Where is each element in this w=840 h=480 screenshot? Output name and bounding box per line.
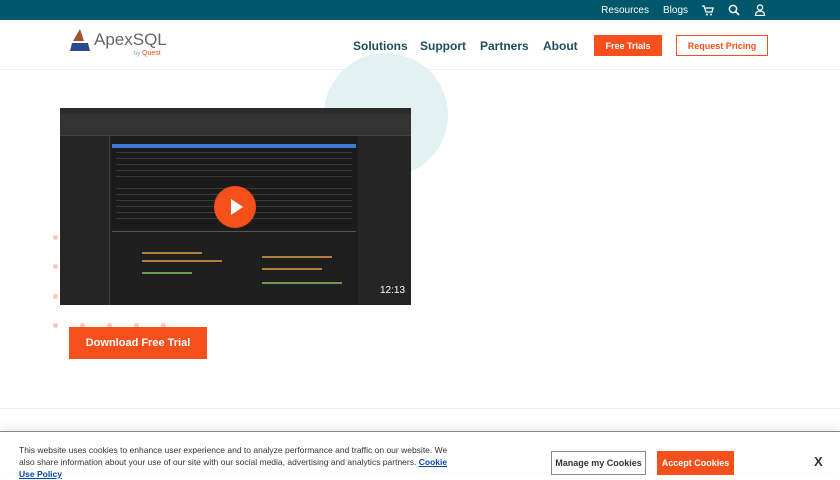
- logo-text: ApexSQL: [94, 30, 167, 49]
- manage-cookies-button[interactable]: Manage my Cookies: [551, 451, 646, 475]
- search-icon[interactable]: [728, 4, 740, 16]
- nav-support[interactable]: Support: [420, 39, 466, 53]
- nav-partners[interactable]: Partners: [480, 39, 529, 53]
- nav-solutions[interactable]: Solutions: [353, 39, 408, 53]
- request-pricing-button[interactable]: Request Pricing: [676, 35, 768, 56]
- top-utility-bar: Resources Blogs: [0, 0, 840, 20]
- video-screenshot-toolbar: [60, 114, 411, 136]
- cookie-banner: This website uses cookies to enhance use…: [0, 431, 840, 479]
- blogs-link[interactable]: Blogs: [663, 5, 688, 16]
- section-divider: [0, 408, 840, 409]
- video-screenshot-panel: [358, 136, 411, 305]
- apexsql-logo-icon: [70, 29, 90, 51]
- video-duration: 12:13: [380, 285, 406, 296]
- free-trials-button[interactable]: Free Trials: [594, 35, 662, 56]
- cart-icon[interactable]: [702, 4, 714, 16]
- video-screenshot-code: [112, 231, 356, 305]
- video-screenshot-tree: [60, 136, 110, 305]
- download-free-trial-button[interactable]: Download Free Trial: [69, 327, 207, 359]
- cookie-text-block: This website uses cookies to enhance use…: [19, 445, 448, 479]
- play-icon[interactable]: [214, 186, 256, 228]
- apexsql-logo[interactable]: ApexSQL by Quest: [70, 29, 167, 57]
- nav-about[interactable]: About: [543, 39, 578, 53]
- close-icon[interactable]: X: [814, 454, 823, 469]
- resources-link[interactable]: Resources: [601, 5, 649, 16]
- user-icon[interactable]: [754, 4, 766, 16]
- accept-cookies-button[interactable]: Accept Cookies: [657, 451, 734, 475]
- logo-byline: by Quest: [134, 50, 161, 57]
